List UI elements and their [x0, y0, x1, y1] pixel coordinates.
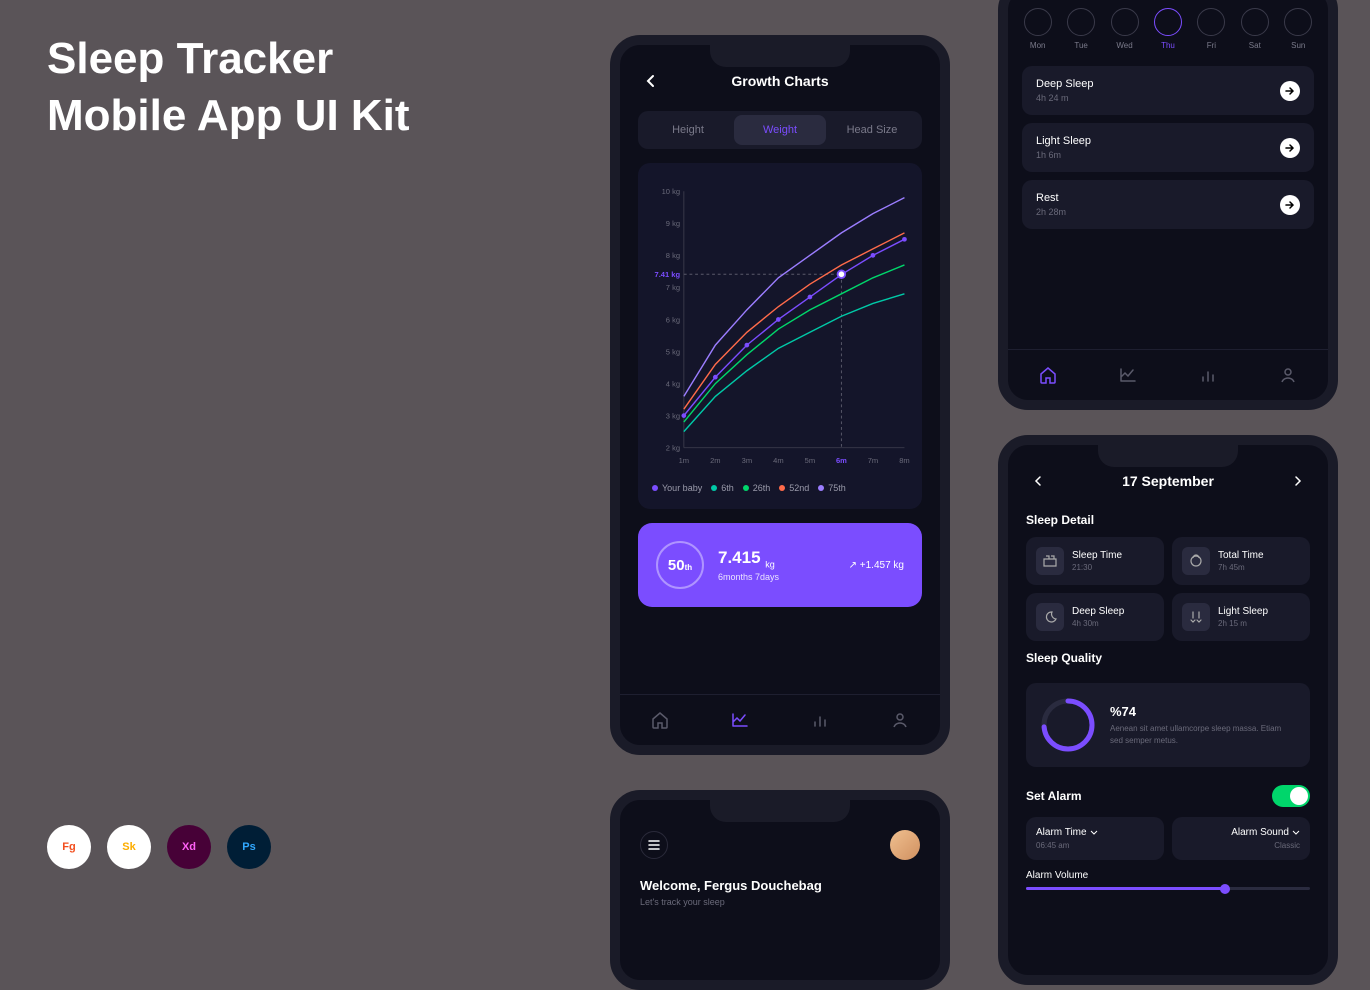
legend-item: 6th	[711, 483, 734, 493]
bottom-nav	[1008, 349, 1328, 400]
svg-text:6m: 6m	[836, 456, 847, 465]
tab-weight[interactable]: Weight	[734, 115, 826, 145]
chevron-down-icon	[1292, 830, 1300, 836]
quality-card: %74 Aenean sit amet ullamcorpe sleep mas…	[1026, 683, 1310, 767]
svg-text:4 kg: 4 kg	[666, 379, 680, 388]
svg-text:7 kg: 7 kg	[666, 283, 680, 292]
arrow-right-icon[interactable]	[1280, 81, 1300, 101]
avatar[interactable]	[890, 830, 920, 860]
legend-item: Your baby	[652, 483, 702, 493]
phone-welcome: Welcome, Fergus Douchebag Let's track yo…	[610, 790, 950, 990]
quality-value: %74	[1110, 704, 1296, 719]
svg-text:2 kg: 2 kg	[666, 444, 680, 453]
quality-ring-icon	[1040, 697, 1096, 753]
growth-chart: 2 kg 3 kg 4 kg 5 kg 6 kg 7 kg 8 kg 9 kg 10 kg 7.4…	[638, 163, 922, 509]
detail-icon	[1036, 603, 1064, 631]
date-title: 17 September	[1122, 473, 1214, 489]
page-title: Growth Charts	[731, 73, 828, 89]
phone-sleep-summary: Mon Tue Wed Thu Fri Sat Sun Deep Sleep4h 24 m L…	[998, 0, 1338, 410]
page-title: Sleep Tracker Mobile App UI Kit	[47, 30, 410, 144]
quality-desc: Aenean sit amet ullamcorpe sleep massa. …	[1110, 723, 1296, 745]
chevron-down-icon	[1090, 830, 1098, 836]
detail-icon	[1036, 547, 1064, 575]
menu-button[interactable]	[640, 831, 668, 859]
chart-tabs: Height Weight Head Size	[638, 111, 922, 149]
nav-stats-icon[interactable]	[1198, 365, 1218, 385]
nav-profile-icon[interactable]	[1278, 365, 1298, 385]
volume-slider[interactable]	[1026, 887, 1310, 890]
arrow-right-icon[interactable]	[1280, 138, 1300, 158]
svg-text:10 kg: 10 kg	[662, 187, 680, 196]
nav-home-icon[interactable]	[650, 710, 670, 730]
set-alarm-title: Set Alarm	[1026, 789, 1082, 803]
svg-text:9 kg: 9 kg	[666, 219, 680, 228]
photoshop-icon: Ps	[227, 825, 271, 869]
svg-text:4m: 4m	[773, 456, 783, 465]
phone-sleep-detail: 17 September Sleep Detail Sleep Time21:3…	[998, 435, 1338, 985]
svg-text:5m: 5m	[805, 456, 815, 465]
tab-height[interactable]: Height	[642, 115, 734, 145]
detail-card: Light Sleep2h 15 m	[1172, 593, 1310, 641]
percentile-circle: 50th	[656, 541, 704, 589]
alarm-sound-card[interactable]: Alarm Sound Classic	[1172, 817, 1310, 860]
nav-chart-icon[interactable]	[730, 710, 750, 730]
sleep-card[interactable]: Deep Sleep4h 24 m	[1022, 66, 1314, 115]
day-wed[interactable]: Wed	[1111, 8, 1139, 50]
chart-legend: Your baby 6th 26th 52nd 75th	[648, 477, 912, 499]
svg-text:2m: 2m	[710, 456, 720, 465]
nav-stats-icon[interactable]	[810, 710, 830, 730]
prev-date-button[interactable]	[1026, 469, 1050, 493]
day-mon[interactable]: Mon	[1024, 8, 1052, 50]
back-button[interactable]	[638, 69, 662, 93]
welcome-text: Welcome, Fergus Douchebag	[640, 878, 920, 893]
detail-card: Total Time7h 45m	[1172, 537, 1310, 585]
svg-text:5 kg: 5 kg	[666, 347, 680, 356]
summary-card: 50th 7.415 kg 6months 7days ↗ +1.457 kg	[638, 523, 922, 607]
xd-icon: Xd	[167, 825, 211, 869]
detail-card: Deep Sleep4h 30m	[1026, 593, 1164, 641]
nav-chart-icon[interactable]	[1118, 365, 1138, 385]
detail-icon	[1182, 547, 1210, 575]
svg-text:7.41 kg: 7.41 kg	[655, 270, 681, 279]
sleep-card[interactable]: Light Sleep1h 6m	[1022, 123, 1314, 172]
bottom-nav	[620, 694, 940, 745]
alarm-time-card[interactable]: Alarm Time 06:45 am	[1026, 817, 1164, 860]
phone-growth-charts: Growth Charts Height Weight Head Size 2 …	[610, 35, 950, 755]
arrow-right-icon[interactable]	[1280, 195, 1300, 215]
sleep-detail-title: Sleep Detail	[1008, 503, 1328, 537]
sleep-quality-title: Sleep Quality	[1008, 641, 1328, 675]
day-sat[interactable]: Sat	[1241, 8, 1269, 50]
day-fri[interactable]: Fri	[1197, 8, 1225, 50]
legend-item: 52nd	[779, 483, 809, 493]
svg-text:8m: 8m	[899, 456, 909, 465]
legend-item: 26th	[743, 483, 771, 493]
sketch-icon: Sk	[107, 825, 151, 869]
nav-profile-icon[interactable]	[890, 710, 910, 730]
welcome-sub: Let's track your sleep	[640, 897, 920, 907]
next-date-button[interactable]	[1286, 469, 1310, 493]
detail-icon	[1182, 603, 1210, 631]
svg-text:8 kg: 8 kg	[666, 251, 680, 260]
day-thu[interactable]: Thu	[1154, 8, 1182, 50]
svg-text:1m: 1m	[679, 456, 689, 465]
figma-icon: Fg	[47, 825, 91, 869]
day-tue[interactable]: Tue	[1067, 8, 1095, 50]
day-selector: Mon Tue Wed Thu Fri Sat Sun	[1008, 0, 1328, 58]
sleep-card[interactable]: Rest2h 28m	[1022, 180, 1314, 229]
tab-headsize[interactable]: Head Size	[826, 115, 918, 145]
svg-text:3 kg: 3 kg	[666, 411, 680, 420]
delta-value: ↗ +1.457 kg	[849, 560, 904, 571]
svg-text:7m: 7m	[868, 456, 878, 465]
svg-text:6 kg: 6 kg	[666, 315, 680, 324]
detail-card: Sleep Time21:30	[1026, 537, 1164, 585]
legend-item: 75th	[818, 483, 846, 493]
volume-label: Alarm Volume	[1026, 870, 1310, 881]
alarm-toggle[interactable]	[1272, 785, 1310, 807]
day-sun[interactable]: Sun	[1284, 8, 1312, 50]
nav-home-icon[interactable]	[1038, 365, 1058, 385]
tool-icons: Fg Sk Xd Ps	[47, 825, 271, 869]
svg-text:3m: 3m	[742, 456, 752, 465]
